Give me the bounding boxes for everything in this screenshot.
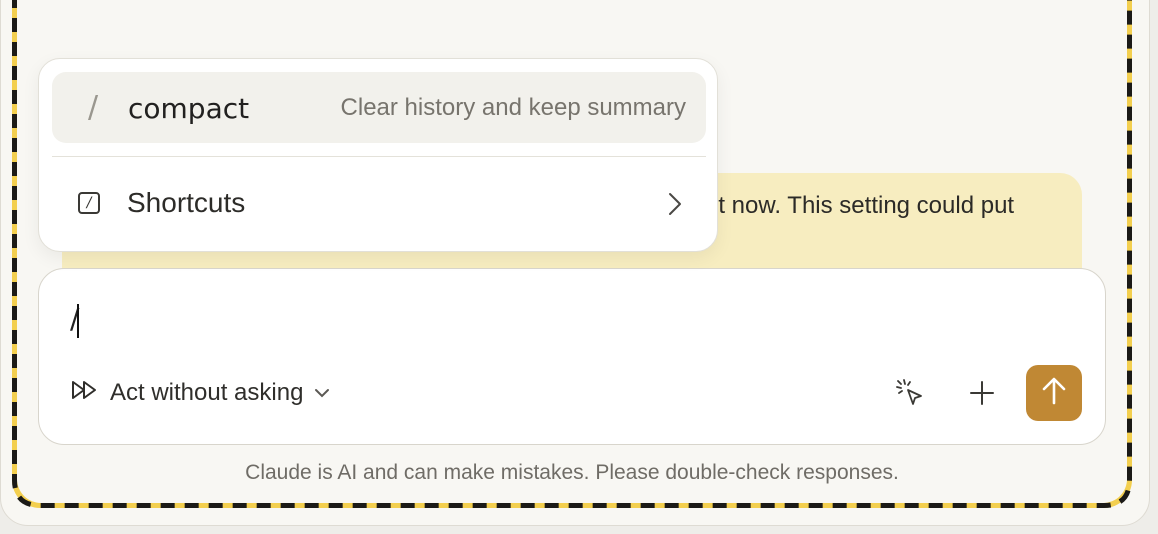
menu-item-shortcuts[interactable]: / Shortcuts: [52, 169, 706, 239]
disclaimer-text: Claude is AI and can make mistakes. Plea…: [245, 461, 899, 484]
slash-prefix: /: [88, 90, 99, 125]
plus-icon[interactable]: [959, 370, 1005, 416]
command-name: compact: [128, 92, 250, 125]
menu-item-compact[interactable]: / compact Clear history and keep summary: [52, 72, 706, 143]
slash-box-icon: /: [78, 192, 100, 214]
menu-divider: [52, 156, 706, 157]
arrow-up-icon: [1040, 376, 1068, 411]
mode-selector-button[interactable]: Act without asking: [70, 372, 331, 414]
mode-label: Act without asking: [110, 379, 304, 406]
warning-message-text: et now. This setting could put: [705, 192, 1015, 219]
fast-forward-icon: [70, 379, 100, 408]
chevron-right-icon: [666, 191, 684, 222]
message-composer[interactable]: [38, 268, 1106, 445]
command-description: Clear history and keep summary: [340, 94, 686, 121]
chevron-down-icon: [313, 379, 331, 407]
text-caret: [77, 304, 79, 338]
pointer-click-icon[interactable]: [887, 370, 933, 416]
slash-command-menu: / compact Clear history and keep summary…: [38, 58, 718, 252]
send-button[interactable]: [1026, 365, 1082, 421]
shortcuts-label: Shortcuts: [127, 187, 246, 218]
